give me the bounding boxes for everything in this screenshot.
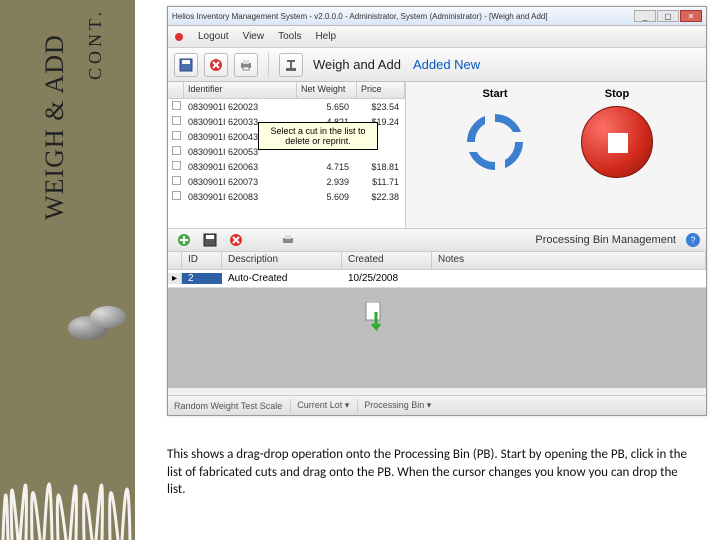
floppy-icon [203,233,217,247]
pbm-label: Processing Bin Management [535,234,676,246]
cut-id: 0830901I 620073 [184,177,297,187]
logout-icon [174,32,184,42]
toolbar-separator [268,53,269,77]
cut-net-weight: 5.609 [297,192,357,202]
window-close-button[interactable]: ✕ [680,10,702,22]
cut-checkbox[interactable] [171,176,180,185]
cut-price: $11.71 [357,177,405,187]
weigh-add-button[interactable] [279,53,303,77]
status-lot[interactable]: Current Lot ▾ [290,399,349,413]
toolbar: Weigh and Add Added New [168,48,706,82]
menu-help[interactable]: Help [315,31,336,42]
col-price[interactable]: Price [357,82,405,98]
col-identifier[interactable]: Identifier [184,82,297,98]
cuts-body[interactable]: 0830901I 6200235.650$23.540830901I 62003… [168,99,405,204]
bin-grid-row[interactable]: ▸ 2 Auto-Created 10/25/2008 [168,270,706,288]
cell-created: 10/25/2008 [342,273,432,284]
cell-id: 2 [182,273,222,284]
menu-view[interactable]: View [243,31,265,42]
weigh-add-label: Weigh and Add [313,57,401,72]
start-stop-panel: Start Stop [406,82,706,228]
menu-tools[interactable]: Tools [278,31,301,42]
status-scale: Random Weight Test Scale [174,401,282,411]
cut-checkbox[interactable] [171,146,180,155]
col-net-weight[interactable]: Net Weight [297,82,357,98]
cell-desc: Auto-Created [222,273,342,284]
cut-row[interactable]: 0830901I 6200835.609$22.38 [168,189,405,204]
print-button[interactable] [234,53,258,77]
added-new-label: Added New [413,57,480,72]
pbm-toolbar: Processing Bin Management ? [168,228,706,252]
window-titlebar: Helios Inventory Management System - v2.… [168,7,706,26]
cut-net-weight: 4.715 [297,162,357,172]
delete-button[interactable] [204,53,228,77]
cut-net-weight: 5.650 [297,102,357,112]
slide-caption: This shows a drag-drop operation onto th… [167,446,687,499]
cut-row[interactable]: 0830901I 6200732.939$11.71 [168,174,405,189]
add-bin-button[interactable] [174,230,194,250]
cycle-icon [459,106,531,178]
start-button[interactable] [459,106,531,178]
window-minimize-button[interactable]: _ [634,10,656,22]
row-selector[interactable]: ▸ [168,273,182,284]
col-created[interactable]: Created [342,252,432,269]
slide-title-cont: CONT. [85,8,106,80]
slide-sidebar: WEIGH & ADD CONT. [0,0,135,540]
delete-icon [229,233,243,247]
mid-row: Identifier Net Weight Price 0830901I 620… [168,82,706,228]
col-notes[interactable]: Notes [432,252,706,269]
window-maximize-button[interactable]: ▢ [657,10,679,22]
cuts-list-panel[interactable]: Identifier Net Weight Price 0830901I 620… [168,82,406,228]
window-title-text: Helios Inventory Management System - v2.… [172,12,548,21]
start-label: Start [482,88,507,100]
cut-price: $18.81 [357,162,405,172]
floppy-icon [179,58,193,72]
delete-icon [209,58,223,72]
cut-checkbox[interactable] [171,116,180,125]
cut-checkbox[interactable] [171,101,180,110]
status-bin[interactable]: Processing Bin ▾ [357,399,431,413]
save-bin-button[interactable] [200,230,220,250]
cut-id: 0830901I 620023 [184,102,297,112]
col-desc[interactable]: Description [222,252,342,269]
printer-icon [281,233,295,247]
help-icon[interactable]: ? [686,233,700,247]
menu-logout[interactable]: Logout [198,31,229,42]
slide-title-block: WEIGH & ADD CONT. [0,0,135,270]
scale-icon [284,58,298,72]
cuts-header: Identifier Net Weight Price [168,82,405,99]
content-area: Helios Inventory Management System - v2.… [135,0,720,540]
cut-row[interactable]: 0830901I 6200235.650$23.54 [168,99,405,114]
bin-grid-body[interactable] [168,288,706,388]
pebbles-graphic [68,296,130,346]
bin-grid-header: ID Description Created Notes [168,252,706,270]
cut-checkbox[interactable] [171,191,180,200]
tooltip: Select a cut in the list to delete or re… [258,122,378,150]
grass-graphic [0,390,135,540]
drag-cursor-icon [364,302,388,332]
cut-checkbox[interactable] [171,161,180,170]
cut-checkbox[interactable] [171,131,180,140]
stop-label: Stop [605,88,629,100]
printer-icon [239,58,253,72]
cut-id: 0830901I 620063 [184,162,297,172]
delete-bin-button[interactable] [226,230,246,250]
cut-row[interactable]: 0830901I 6200634.715$18.81 [168,159,405,174]
status-bar: Random Weight Test Scale Current Lot ▾ P… [168,395,706,415]
col-id[interactable]: ID [182,252,222,269]
save-button[interactable] [174,53,198,77]
cut-net-weight: 2.939 [297,177,357,187]
stop-button[interactable] [581,106,653,178]
print-bin-button[interactable] [278,230,298,250]
menu-bar: Logout View Tools Help [168,26,706,48]
cut-id: 0830901I 620083 [184,192,297,202]
slide-title-main: WEIGH & ADD [40,34,70,220]
cut-price: $22.38 [357,192,405,202]
cut-price: $23.54 [357,102,405,112]
app-window: Helios Inventory Management System - v2.… [167,6,707,416]
plus-icon [177,233,191,247]
